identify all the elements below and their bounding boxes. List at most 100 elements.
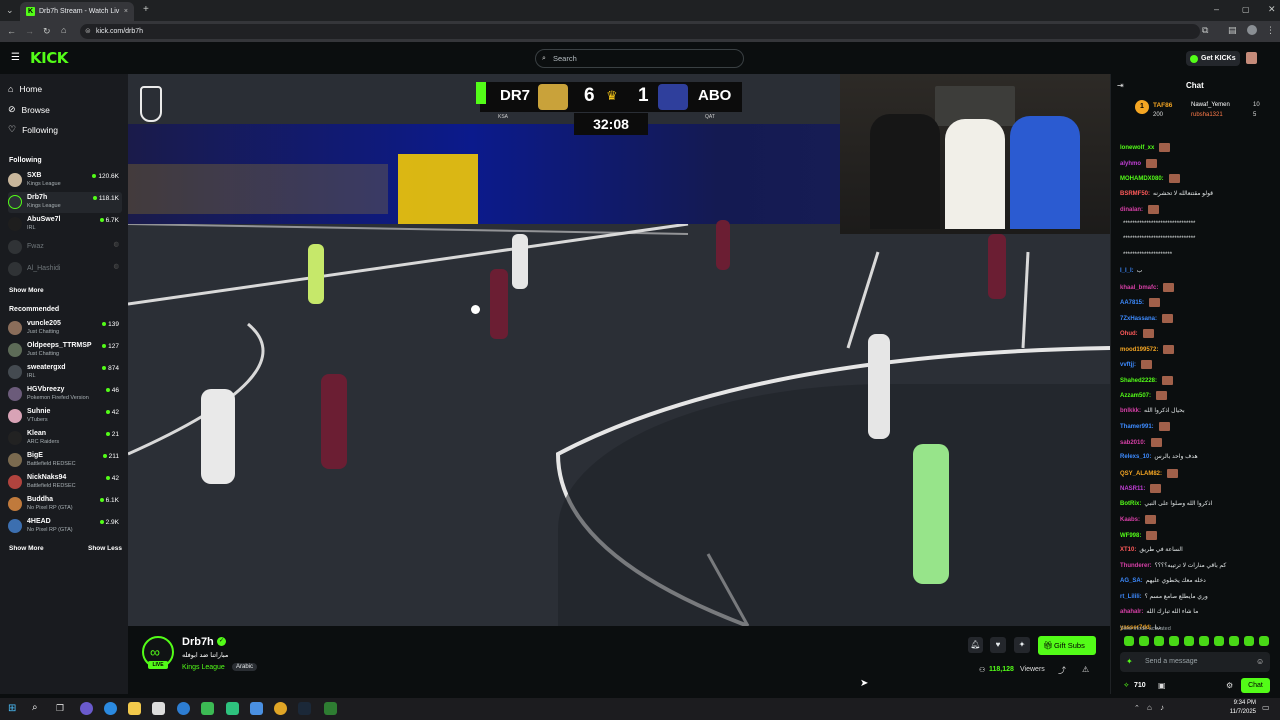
sparkle-icon[interactable]: ✦ xyxy=(1014,637,1030,653)
chat-username[interactable]: MOHAMDX080: xyxy=(1120,176,1164,182)
store-taskbar-icon[interactable] xyxy=(152,702,165,715)
reload-icon[interactable]: ↻ xyxy=(43,27,51,36)
kick-logo[interactable]: KICK xyxy=(30,49,68,67)
minimize-icon[interactable]: – xyxy=(1214,5,1219,14)
channel-name[interactable]: Drb7h xyxy=(182,636,214,648)
taskbar-app-icon[interactable] xyxy=(201,702,214,715)
taskbar-app-icon[interactable] xyxy=(177,702,190,715)
hamburger-menu-icon[interactable]: ☰ xyxy=(11,52,20,63)
recommended-channel[interactable]: 4HEAD No Pixel RP (GTA) 2.9K xyxy=(8,516,122,537)
chat-username[interactable]: rt_Lilili: xyxy=(1120,594,1142,600)
volume-icon[interactable]: ♪ xyxy=(1160,703,1164,712)
show-more-following-link[interactable]: Show More xyxy=(9,287,44,294)
recommended-channel[interactable]: BigE Battlefield REDSEC 211 xyxy=(8,450,122,471)
chat-username[interactable]: Relexs_10: xyxy=(1120,454,1151,460)
collapse-chat-icon[interactable]: ⇥ xyxy=(1117,81,1124,90)
report-icon[interactable]: ⚠ xyxy=(1082,665,1089,674)
chat-username[interactable]: alyhmo xyxy=(1120,161,1141,167)
follow-heart-icon[interactable]: ♥ xyxy=(990,637,1006,653)
chat-username[interactable]: vvftjj: xyxy=(1120,362,1136,368)
chat-username[interactable]: Shahed2228: xyxy=(1120,378,1157,384)
taskbar-app-icon[interactable] xyxy=(226,702,239,715)
address-bar[interactable]: ⊜ kick.com/drb7h xyxy=(80,24,1200,39)
recommended-channel[interactable]: vuncle205 Just Chatting 139 xyxy=(8,318,122,339)
chat-username[interactable]: Thunderer: xyxy=(1120,563,1152,569)
back-icon[interactable]: ← xyxy=(7,27,16,36)
tab-close-icon[interactable]: × xyxy=(124,8,128,15)
chat-username[interactable]: NASR11: xyxy=(1120,486,1145,492)
following-channel[interactable]: AbuSwe7l IRL 6.7K xyxy=(8,214,122,235)
emote-shortcut-icon[interactable] xyxy=(1184,636,1194,646)
recommended-channel[interactable]: HGVbreezy Pokemon Firefed Version 46 xyxy=(8,384,122,405)
chat-username[interactable]: l_l_l: xyxy=(1120,268,1134,274)
chat-input[interactable]: ✦ Send a message ☺ xyxy=(1120,652,1270,672)
emote-shortcut-icon[interactable] xyxy=(1199,636,1209,646)
chat-username[interactable]: QSY_ALAM82: xyxy=(1120,471,1162,477)
chat-username[interactable]: BotRix: xyxy=(1120,501,1141,507)
windows-start-icon[interactable]: ⊞ xyxy=(8,703,16,714)
video-player[interactable]: DR7 6 ♛ 1 ABO KSA QAT 32:08 xyxy=(128,74,1110,626)
steam-taskbar-icon[interactable] xyxy=(298,702,311,715)
chat-send-button[interactable]: Chat xyxy=(1241,678,1270,693)
emote-shortcut-icon[interactable] xyxy=(1169,636,1179,646)
chat-username[interactable]: ahahalr: xyxy=(1120,609,1143,615)
emote-shortcut-icon[interactable] xyxy=(1154,636,1164,646)
notifications-icon[interactable]: ▭ xyxy=(1262,703,1270,712)
chat-username[interactable]: 7ZxHassana: xyxy=(1120,316,1157,322)
emote-shortcut-icon[interactable] xyxy=(1244,636,1254,646)
taskbar-app-icon[interactable] xyxy=(324,702,337,715)
following-channel-active[interactable]: Drb7h Kings League 118.1K xyxy=(8,192,122,213)
taskbar-app-icon[interactable] xyxy=(80,702,93,715)
chat-username[interactable]: WF998: xyxy=(1120,533,1141,539)
emote-shortcut-icon[interactable] xyxy=(1229,636,1239,646)
category-link[interactable]: Kings League xyxy=(182,664,225,671)
extensions-icon[interactable]: ⧉ xyxy=(1202,26,1208,35)
notification-bell-icon[interactable]: 🔔︎ xyxy=(968,637,983,653)
following-channel-offline[interactable]: Fwaz ◍ xyxy=(8,237,122,258)
browser-tab[interactable]: K Drb7h Stream - Watch Liv × xyxy=(20,2,134,21)
chat-username[interactable]: bnlkkk: xyxy=(1120,408,1141,414)
user-avatar[interactable] xyxy=(1246,52,1257,64)
nav-following[interactable]: ♡ Following xyxy=(8,124,58,135)
store-icon[interactable]: ▣ xyxy=(1158,681,1166,690)
emoji-picker-icon[interactable]: ☺ xyxy=(1256,657,1264,666)
nav-home[interactable]: ⌂ Home xyxy=(8,84,42,94)
chat-username[interactable]: khaal_bmafc: xyxy=(1120,285,1158,291)
chat-settings-gear-icon[interactable]: ⚙ xyxy=(1226,681,1233,690)
profile-avatar-icon[interactable] xyxy=(1247,25,1257,35)
task-view-icon[interactable]: ❐ xyxy=(56,703,64,714)
site-info-icon[interactable]: ⊜ xyxy=(85,24,91,39)
emote-shortcut-icon[interactable] xyxy=(1214,636,1224,646)
network-icon[interactable]: ⌂ xyxy=(1147,703,1152,712)
recommended-channel[interactable]: Buddha No Pixel RP (GTA) 6.1K xyxy=(8,494,122,515)
tab-search-icon[interactable]: ⌄ xyxy=(6,6,14,15)
recommended-channel[interactable]: Klean ARC Raiders 21 xyxy=(8,428,122,449)
tray-chevron-icon[interactable]: ⌃ xyxy=(1134,704,1140,712)
recommended-channel[interactable]: Oldpeeps_TTRMSP Just Chatting 127 xyxy=(8,340,122,361)
emote-shortcut-icon[interactable] xyxy=(1124,636,1134,646)
gift-subs-button[interactable]: 🎁︎ Gift Subs xyxy=(1038,636,1096,655)
clock-date[interactable]: 11/7/2025 xyxy=(1222,709,1256,715)
sidebar-toggle-icon[interactable]: ▤ xyxy=(1228,26,1237,35)
maximize-icon[interactable]: ▢ xyxy=(1242,5,1250,14)
chat-username[interactable]: BSRMF50: xyxy=(1120,191,1150,197)
chrome-taskbar-icon[interactable] xyxy=(274,702,287,715)
following-channel-offline[interactable]: Al_Hashidi ◍ xyxy=(8,259,122,280)
nav-browse[interactable]: ⊘ Browse xyxy=(8,104,50,115)
language-tag[interactable]: Arabic xyxy=(232,663,258,671)
chat-username[interactable]: Ohud: xyxy=(1120,331,1138,337)
get-kicks-button[interactable]: Get KICKs xyxy=(1186,51,1240,66)
chat-username[interactable]: lonewolf_xx xyxy=(1120,145,1154,151)
home-browser-icon[interactable]: ⌂ xyxy=(61,26,66,35)
following-channel[interactable]: SXB Kings League 120.6K xyxy=(8,170,122,191)
recommended-channel[interactable]: sweatergxd IRL 874 xyxy=(8,362,122,383)
show-more-recommended-link[interactable]: Show More xyxy=(9,545,44,552)
chat-username[interactable]: Thamer991: xyxy=(1120,424,1154,430)
chat-username[interactable]: AG_SA: xyxy=(1120,578,1143,584)
chat-username[interactable]: dinalan: xyxy=(1120,207,1143,213)
menu-dots-icon[interactable]: ⋮ xyxy=(1266,26,1275,35)
chat-username[interactable]: sab2010: xyxy=(1120,440,1146,446)
chat-username[interactable]: Azzam507: xyxy=(1120,393,1151,399)
emote-shortcut-icon[interactable] xyxy=(1139,636,1149,646)
show-less-link[interactable]: Show Less xyxy=(88,545,122,552)
